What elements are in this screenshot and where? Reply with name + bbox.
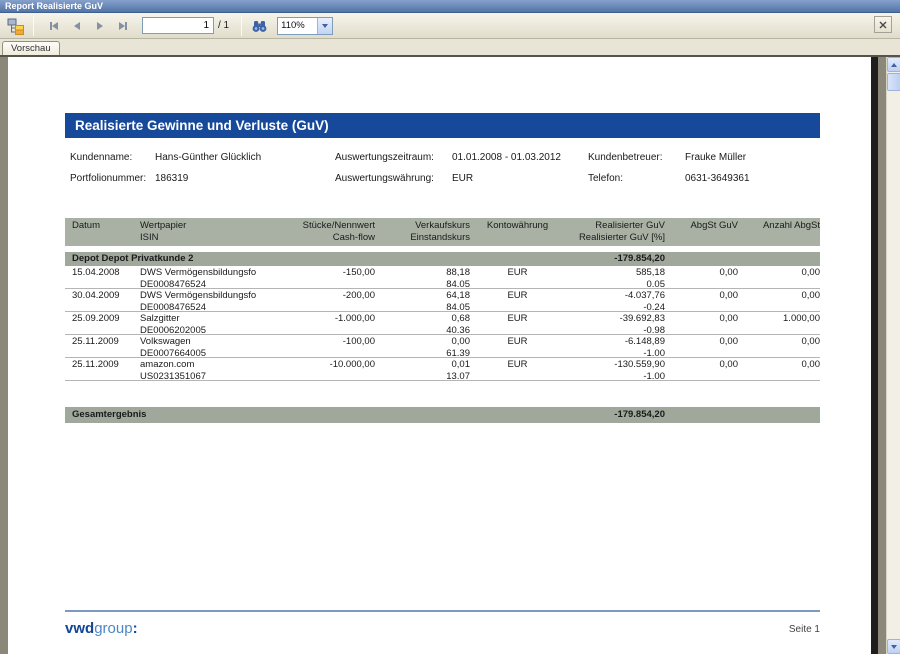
info-value: Hans-Günther Glücklich [155, 152, 335, 163]
table-row[interactable]: 25.11.2009 VolkswagenDE0007664005 -100,0… [65, 335, 820, 358]
col-header-stuecke: Stücke/NennwertCash-flow [260, 220, 375, 243]
info-value: 01.01.2008 - 01.03.2012 [452, 152, 588, 163]
table-header-row: Datum WertpapierISIN Stücke/NennwertCash… [65, 218, 820, 246]
report-info-block: Kundenname: Hans-Günther Glücklich Auswe… [65, 152, 820, 194]
col-header-wertpapier: WertpapierISIN [140, 220, 260, 243]
group-total: -179.854,20 [565, 253, 665, 265]
result-table: Datum WertpapierISIN Stücke/NennwertCash… [65, 218, 820, 423]
zoom-value: 110% [278, 20, 317, 31]
report-toolbar: / 1 110% [0, 13, 900, 39]
first-page-arrow-icon [52, 22, 58, 30]
info-row: Kundenname: Hans-Günther Glücklich Auswe… [65, 152, 820, 173]
last-page-bar [125, 22, 127, 30]
group-name: Depot Depot Privatkunde 2 [65, 253, 565, 265]
report-title-banner: Realisierte Gewinne und Verluste (GuV) [65, 113, 820, 138]
search-button[interactable] [247, 15, 271, 37]
chevron-down-icon [322, 24, 328, 28]
previous-page-button[interactable] [70, 19, 84, 33]
page-number-input[interactable] [142, 17, 214, 34]
col-header-verkaufskurs: VerkaufskursEinstandskurs [375, 220, 470, 243]
info-label: Portfolionummer: [70, 173, 155, 184]
col-header-datum: Datum [65, 220, 140, 243]
info-label: Auswertungswährung: [335, 173, 452, 184]
col-header-guv: Realisierter GuVRealisierter GuV [%] [565, 220, 665, 243]
info-value: EUR [452, 173, 588, 184]
scrollbar-thumb[interactable] [887, 73, 900, 91]
next-page-arrow-icon [97, 22, 103, 30]
preview-area: Realisierte Gewinne und Verluste (GuV) K… [0, 55, 900, 654]
vwd-group-logo: vwdgroup: [65, 620, 138, 637]
first-page-button[interactable] [47, 19, 61, 33]
tab-vorschau[interactable]: Vorschau [2, 41, 60, 55]
scroll-down-button[interactable] [887, 639, 900, 654]
table-row[interactable]: 30.04.2009 DWS VermögensbildungsfoDE0008… [65, 289, 820, 312]
grand-total-label: Gesamtergebnis [65, 409, 565, 421]
group-header-row: Depot Depot Privatkunde 2 -179.854,20 [65, 252, 820, 266]
info-value: 0631-3649361 [685, 173, 820, 184]
report-page: Realisierte Gewinne und Verluste (GuV) K… [8, 57, 871, 654]
toolbar-separator [241, 16, 242, 36]
page-edge-shadow [871, 57, 878, 654]
info-label: Kundenname: [70, 152, 155, 163]
last-page-button[interactable] [116, 19, 130, 33]
table-row[interactable]: 25.11.2009 amazon.comUS0231351067 -10.00… [65, 358, 820, 381]
grand-total-row: Gesamtergebnis -179.854,20 [65, 407, 820, 423]
toolbar-separator [33, 16, 34, 36]
group-tree-icon [7, 17, 25, 35]
scroll-up-button[interactable] [887, 57, 900, 72]
table-row[interactable]: 25.09.2009 SalzgitterDE0006202005 -1.000… [65, 312, 820, 335]
info-row: Portfolionummer: 186319 Auswertungswähru… [65, 173, 820, 194]
info-label: Auswertungszeitraum: [335, 152, 452, 163]
table-row[interactable]: 15.04.2008 DWS VermögensbildungsfoDE0008… [65, 266, 820, 289]
vertical-scrollbar[interactable] [886, 57, 900, 654]
info-label: Telefon: [588, 173, 685, 184]
page-navigation [47, 19, 130, 33]
info-value: 186319 [155, 173, 335, 184]
info-label: Kundenbetreuer: [588, 152, 685, 163]
binoculars-search-icon [251, 18, 268, 34]
arrow-down-icon [891, 645, 897, 649]
col-header-anzahl-abgst: Anzahl AbgSt [738, 220, 820, 243]
tab-strip: Vorschau [0, 39, 900, 55]
col-header-abgst: AbgSt GuV [665, 220, 738, 243]
window-title: Report Realisierte GuV [0, 0, 900, 13]
group-tree-toggle-button[interactable] [4, 15, 28, 37]
page-number-label: Seite 1 [789, 624, 820, 637]
info-value: Frauke Müller [685, 152, 820, 163]
close-x-icon [879, 21, 887, 29]
next-page-button[interactable] [93, 19, 107, 33]
page-total-label: / 1 [218, 20, 229, 31]
zoom-dropdown-button[interactable] [317, 18, 332, 34]
zoom-select[interactable]: 110% [277, 17, 333, 35]
grand-total-value: -179.854,20 [565, 409, 665, 421]
arrow-up-icon [891, 63, 897, 67]
close-button[interactable] [874, 16, 892, 33]
col-header-kontowaehrung: Kontowährung [470, 220, 565, 243]
previous-page-arrow-icon [74, 22, 80, 30]
page-footer: vwdgroup: Seite 1 [65, 610, 820, 637]
